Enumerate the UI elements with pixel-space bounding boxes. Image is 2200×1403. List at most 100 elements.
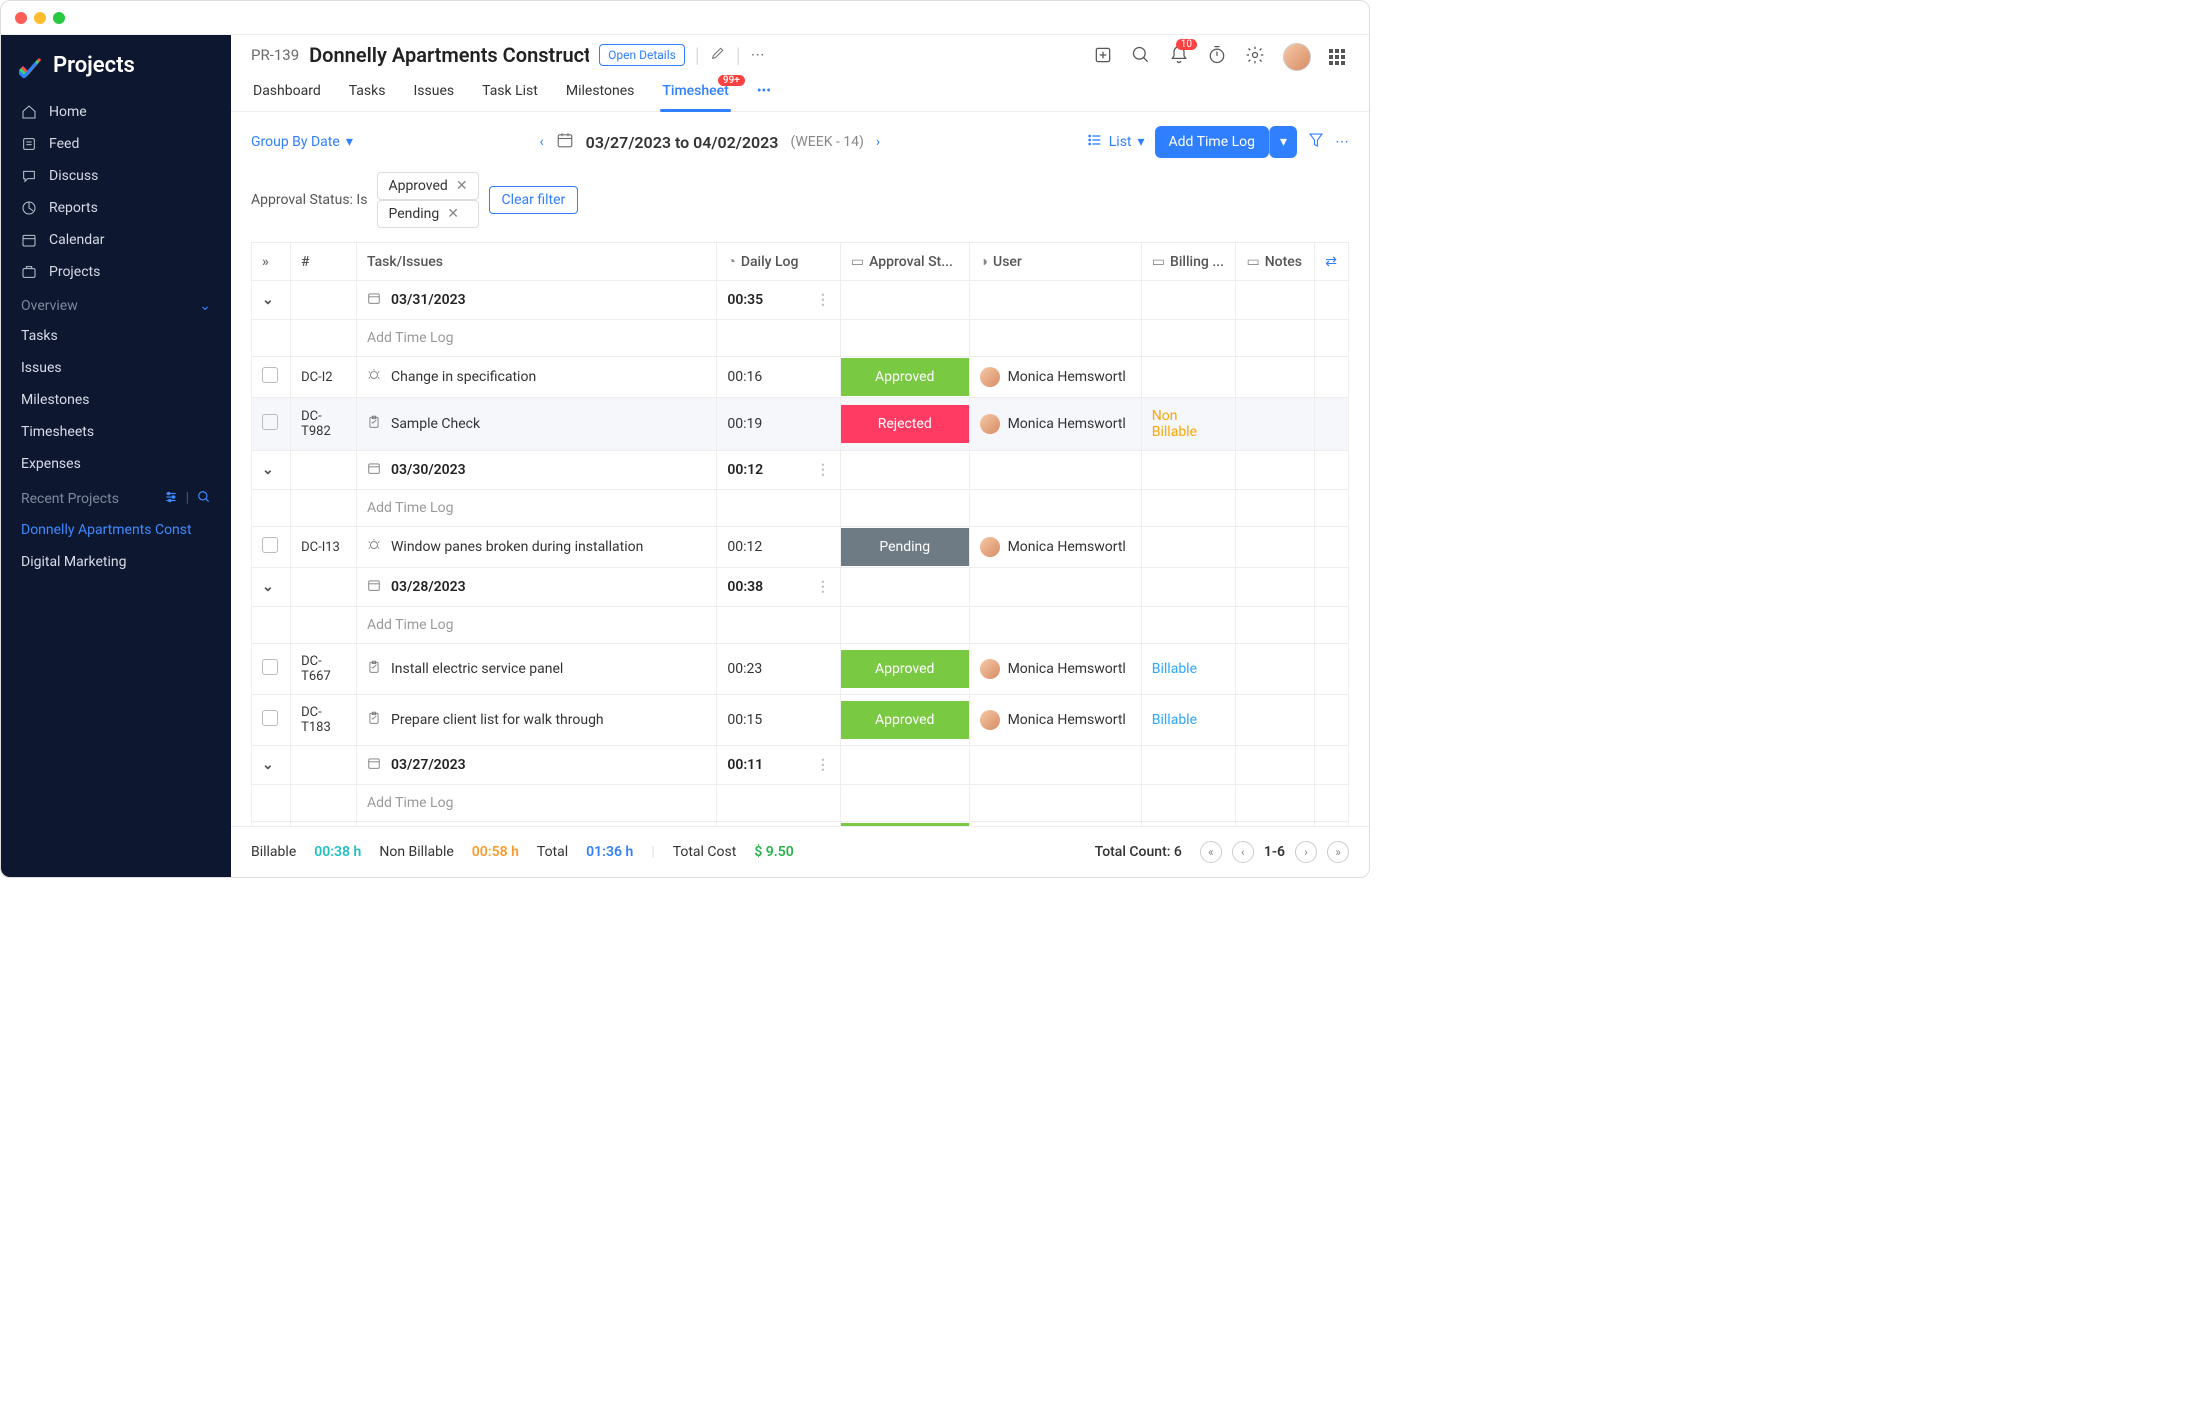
filter-label: Approval Status: Is	[251, 192, 367, 208]
timer-icon[interactable]	[1207, 45, 1227, 69]
view-select-dropdown[interactable]: List ▾	[1087, 132, 1145, 152]
page-first-button[interactable]: «	[1200, 841, 1222, 863]
tabs-more-button[interactable]: •••	[755, 75, 773, 111]
date-next-button[interactable]: ›	[876, 134, 880, 150]
tab-milestones[interactable]: Milestones	[564, 75, 637, 111]
add-time-log-button[interactable]: Add Time Log	[1155, 126, 1269, 158]
search-icon[interactable]	[1131, 45, 1151, 69]
sidebar-item-projects[interactable]: Projects	[1, 256, 231, 288]
window-close-button[interactable]	[15, 12, 27, 24]
tab-tasks[interactable]: Tasks	[347, 75, 388, 111]
page-prev-button[interactable]: ‹	[1232, 841, 1254, 863]
sidebar-section-overview[interactable]: Overview ⌄	[1, 288, 231, 320]
row-more-icon[interactable]: ⋮	[816, 462, 830, 478]
sidebar-item-timesheets[interactable]: Timesheets	[1, 416, 231, 448]
entry-daily-log: 00:16	[717, 357, 841, 398]
entry-title[interactable]: Prepare client list for walk through	[391, 712, 604, 728]
date-range: 03/27/2023 to 04/02/2023	[586, 133, 779, 152]
sidebar-item-issues[interactable]: Issues	[1, 352, 231, 384]
sidebar-item-calendar[interactable]: Calendar	[1, 224, 231, 256]
header-user[interactable]: ◑User	[969, 243, 1141, 281]
entry-title[interactable]: Install electric service panel	[391, 661, 563, 677]
user-avatar[interactable]	[1283, 43, 1311, 71]
tab-issues[interactable]: Issues	[411, 75, 456, 111]
page-next-button[interactable]: ›	[1295, 841, 1317, 863]
tab-task-list[interactable]: Task List	[480, 75, 540, 111]
row-more-icon[interactable]: ⋮	[816, 292, 830, 308]
calendar-icon[interactable]	[556, 131, 574, 153]
group-collapse-button[interactable]: ⌄	[262, 579, 274, 595]
collapse-all-button[interactable]: »	[262, 254, 269, 270]
add-time-log-dropdown[interactable]: ▾	[1269, 126, 1297, 158]
more-icon[interactable]: ⋯	[751, 47, 765, 63]
group-by-dropdown[interactable]: Group By Date ▾	[251, 134, 353, 150]
add-time-log-row[interactable]: Add Time Log	[357, 607, 717, 644]
chip-remove-button[interactable]: ✕	[456, 178, 468, 194]
row-checkbox[interactable]	[262, 414, 278, 430]
tag-icon: ▭	[851, 254, 864, 270]
open-details-button[interactable]: Open Details	[599, 44, 685, 66]
sidebar-item-home[interactable]: Home	[1, 96, 231, 128]
row-more-icon[interactable]: ⋮	[816, 757, 830, 773]
clear-filter-button[interactable]: Clear filter	[489, 186, 579, 214]
group-collapse-button[interactable]: ⌄	[262, 462, 274, 478]
add-time-log-row[interactable]: Add Time Log	[357, 320, 717, 357]
chip-remove-button[interactable]: ✕	[447, 206, 459, 222]
sidebar-item-expenses[interactable]: Expenses	[1, 448, 231, 480]
edit-icon[interactable]	[710, 45, 726, 65]
sidebar-item-milestones[interactable]: Milestones	[1, 384, 231, 416]
page-last-button[interactable]: »	[1327, 841, 1349, 863]
footer-nonbillable-value: 00:58 h	[472, 844, 519, 860]
project-name: Donnelly Apartments Constructic	[309, 43, 589, 67]
header-id[interactable]: #	[291, 243, 357, 281]
entry-user: Monica Hemswortl	[1008, 539, 1126, 555]
row-checkbox[interactable]	[262, 659, 278, 675]
bug-icon	[367, 368, 381, 386]
footer-nonbillable-label: Non Billable	[379, 844, 453, 860]
tab-dashboard[interactable]: Dashboard	[251, 75, 323, 111]
gear-icon[interactable]	[1245, 45, 1265, 69]
home-icon	[21, 104, 37, 120]
sidebar-item-reports[interactable]: Reports	[1, 192, 231, 224]
header-billing[interactable]: ▭Billing ...	[1141, 243, 1236, 281]
tab-timesheet[interactable]: Timesheet99+	[660, 75, 730, 111]
filter-icon[interactable]	[1307, 131, 1325, 153]
more-icon[interactable]: ⋯	[1335, 134, 1349, 150]
tab-label: Task List	[482, 83, 538, 99]
search-icon[interactable]	[197, 490, 211, 508]
header-notes[interactable]: ▭Notes	[1236, 243, 1315, 281]
header-daily-log[interactable]: ◔Daily Log	[717, 243, 841, 281]
sidebar-item-discuss[interactable]: Discuss	[1, 160, 231, 192]
notification-icon[interactable]: 10	[1169, 45, 1189, 69]
entry-user: Monica Hemswortl	[1008, 369, 1126, 385]
recent-project-item[interactable]: Digital Marketing	[1, 546, 231, 578]
group-collapse-button[interactable]: ⌄	[262, 292, 274, 308]
add-time-log-row[interactable]: Add Time Log	[357, 785, 717, 822]
sliders-icon[interactable]	[164, 490, 178, 508]
header-task[interactable]: Task/Issues	[357, 243, 717, 281]
window-minimize-button[interactable]	[34, 12, 46, 24]
add-time-log-row[interactable]: Add Time Log	[357, 490, 717, 527]
add-icon[interactable]	[1093, 45, 1113, 69]
header-approval[interactable]: ▭Approval St...	[840, 243, 969, 281]
calendar-icon	[367, 291, 381, 309]
window-maximize-button[interactable]	[53, 12, 65, 24]
entry-title[interactable]: Change in specification	[391, 369, 536, 385]
sidebar-item-feed[interactable]: Feed	[1, 128, 231, 160]
row-checkbox[interactable]	[262, 710, 278, 726]
row-checkbox[interactable]	[262, 537, 278, 553]
row-more-icon[interactable]: ⋮	[816, 579, 830, 595]
entry-title[interactable]: Window panes broken during installation	[391, 539, 643, 555]
apps-grid-icon[interactable]	[1329, 49, 1345, 65]
date-prev-button[interactable]: ‹	[539, 134, 543, 150]
row-checkbox[interactable]	[262, 367, 278, 383]
sidebar-item-tasks[interactable]: Tasks	[1, 320, 231, 352]
entry-title[interactable]: Sample Check	[391, 416, 480, 432]
group-collapse-button[interactable]: ⌄	[262, 757, 274, 773]
recent-project-item[interactable]: Donnelly Apartments Const	[1, 514, 231, 546]
tag-icon: ▭	[1152, 254, 1165, 270]
pager: « ‹ 1-6 › »	[1200, 841, 1349, 863]
header-settings[interactable]: ⇄	[1315, 243, 1349, 281]
calendar-icon	[367, 578, 381, 596]
window-titlebar	[1, 1, 1369, 35]
